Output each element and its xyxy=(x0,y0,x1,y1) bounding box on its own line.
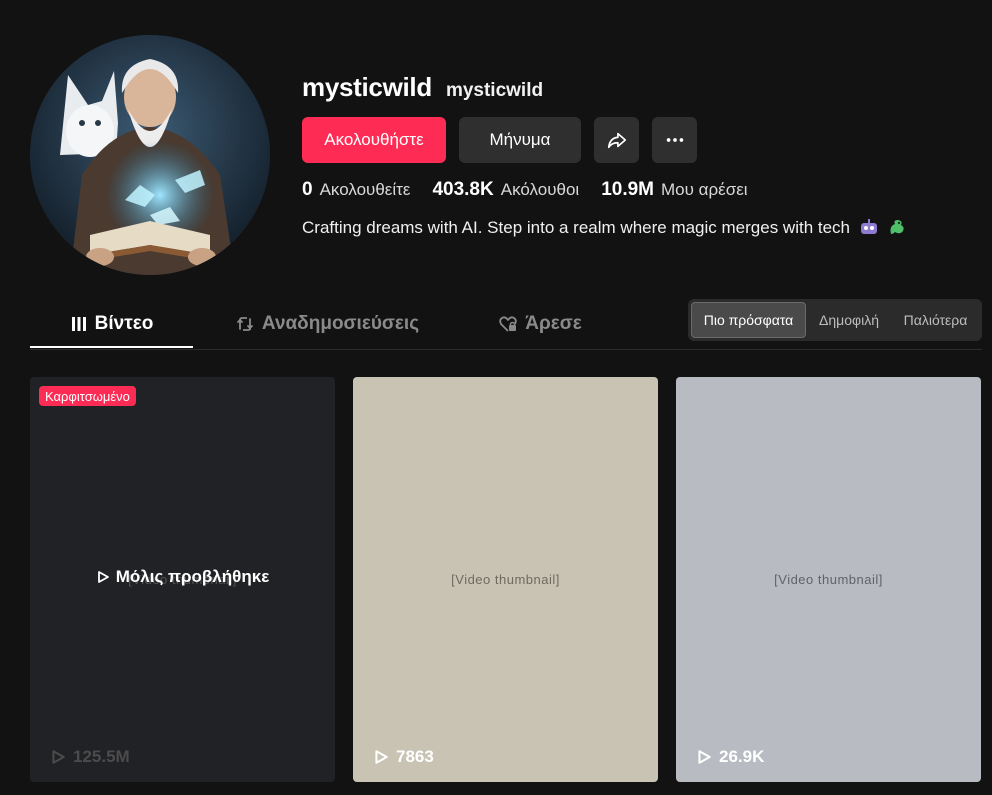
sort-latest[interactable]: Πιο πρόσφατα xyxy=(691,302,806,338)
play-count-text: 125.5M xyxy=(73,747,130,766)
play-icon xyxy=(375,750,388,764)
profile-names: mysticwild mysticwild xyxy=(302,72,543,103)
play-icon xyxy=(97,571,109,583)
following-count: 0 xyxy=(302,179,313,200)
grid-icon xyxy=(71,317,86,331)
video-thumbnail: [Video thumbnail] xyxy=(676,377,981,782)
more-button[interactable] xyxy=(652,117,697,163)
following-label: Ακολουθείτε xyxy=(319,180,411,199)
play-count: 125.5M xyxy=(50,747,130,767)
nickname: mysticwild xyxy=(445,80,544,101)
tab-videos[interactable]: Βίντεο xyxy=(30,300,193,348)
following-stat[interactable]: 0 Ακολουθείτε xyxy=(302,179,410,201)
profile-actions: Ακολουθήστε Μήνυμα xyxy=(302,117,697,163)
profile-page: mysticwild mysticwild Ακολουθήστε Μήνυμα… xyxy=(0,0,992,795)
profile-stats: 0 Ακολουθείτε 403.8K Ακόλουθοι 10.9M Μου… xyxy=(302,179,770,201)
sort-toggle: Πιο πρόσφατα Δημοφιλή Παλιότερα xyxy=(688,299,982,341)
message-button[interactable]: Μήνυμα xyxy=(459,117,581,163)
play-count: 26.9K xyxy=(696,747,764,767)
avatar[interactable] xyxy=(30,35,270,275)
just-watched-text: Μόλις προβλήθηκε xyxy=(115,567,270,586)
video-card[interactable]: [Video thumbnail] 26.9K xyxy=(676,377,981,782)
play-icon xyxy=(52,750,65,764)
likes-count: 10.9M xyxy=(601,179,654,200)
repost-icon xyxy=(237,317,253,331)
video-card[interactable]: [Video thumbnail] Καρφιτσωμένο Μόλις προ… xyxy=(30,377,335,782)
avatar-image xyxy=(30,35,270,275)
active-tab-underline xyxy=(30,346,193,348)
share-button[interactable] xyxy=(594,117,639,163)
video-grid: [Video thumbnail] Καρφιτσωμένο Μόλις προ… xyxy=(30,377,981,782)
play-count-text: 26.9K xyxy=(719,747,765,766)
tab-reposts[interactable]: Αναδημοσιεύσεις xyxy=(220,300,434,348)
just-watched-label: Μόλις προβλήθηκε xyxy=(30,567,335,587)
play-count: 7863 xyxy=(373,747,434,767)
unique-id: mysticwild xyxy=(302,72,432,102)
tab-reposts-label: Αναδημοσιεύσεις xyxy=(261,313,420,334)
bio-text: Crafting dreams with AI. Step into a rea… xyxy=(302,218,851,237)
followers-stat[interactable]: 403.8K Ακόλουθοι xyxy=(432,179,579,201)
play-count-text: 7863 xyxy=(396,747,434,766)
more-icon xyxy=(666,138,683,142)
pinned-badge: Καρφιτσωμένο xyxy=(39,386,136,406)
dragon-emoji-icon xyxy=(890,220,905,234)
tab-videos-label: Βίντεο xyxy=(94,313,154,334)
play-icon xyxy=(698,750,711,764)
followers-label: Ακόλουθοι xyxy=(500,180,580,199)
share-icon xyxy=(607,132,626,149)
followers-count: 403.8K xyxy=(432,179,494,200)
profile-bio: Crafting dreams with AI. Step into a rea… xyxy=(302,218,907,238)
robot-emoji-icon xyxy=(860,219,877,234)
video-thumbnail: [Video thumbnail] xyxy=(353,377,658,782)
video-card[interactable]: [Video thumbnail] 7863 xyxy=(353,377,658,782)
sort-popular[interactable]: Δημοφιλή xyxy=(806,302,892,338)
tab-liked-label: Άρεσε xyxy=(525,313,582,334)
heart-lock-icon xyxy=(499,316,517,332)
tab-liked[interactable]: Άρεσε xyxy=(480,300,600,348)
follow-button[interactable]: Ακολουθήστε xyxy=(302,117,446,163)
likes-stat: 10.9M Μου αρέσει xyxy=(601,179,747,201)
sort-oldest[interactable]: Παλιότερα xyxy=(892,302,979,338)
likes-label: Μου αρέσει xyxy=(661,180,748,199)
